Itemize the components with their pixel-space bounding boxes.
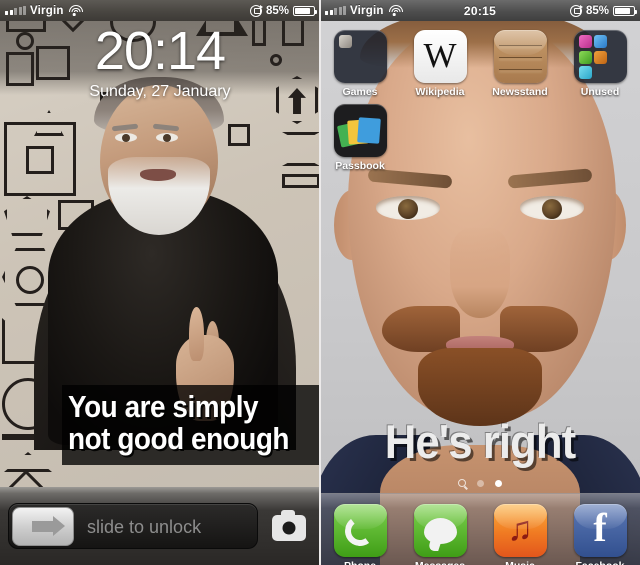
dock-item-messages[interactable]: Messages — [400, 498, 480, 565]
slide-to-unlock-knob[interactable] — [12, 507, 74, 546]
dock-label: Music — [505, 560, 535, 565]
slide-to-unlock-label: slide to unlock — [87, 517, 202, 537]
rotation-lock-icon — [569, 4, 583, 17]
lock-screen-panel: Virgin 85% 20:14 Sunday, 27 January You … — [0, 0, 320, 565]
battery-icon — [293, 5, 318, 16]
lockscreen-status-bar: Virgin 85% — [0, 0, 320, 21]
meme-line-1: You are simply — [68, 388, 259, 424]
wifi-icon — [68, 5, 83, 16]
camera-icon[interactable] — [272, 510, 306, 541]
app-row-1: Games W Wikipedia Newsstand Unused — [320, 24, 640, 98]
facebook-icon: f — [573, 504, 627, 557]
app-newsstand[interactable]: Newsstand — [480, 24, 560, 98]
page-dot-2-active[interactable] — [495, 479, 502, 487]
homescreen-status-bar: Virgin 20:15 85% — [320, 0, 640, 21]
phone-icon — [333, 504, 387, 557]
homescreen-meme-caption: He's right — [320, 418, 640, 465]
wikipedia-glyph: W — [423, 36, 457, 75]
meme-line-2: not good enough — [68, 421, 290, 457]
newsstand-icon — [493, 30, 547, 83]
app-wikipedia[interactable]: W Wikipedia — [400, 24, 480, 98]
dock-item-facebook[interactable]: f Facebook — [560, 498, 640, 565]
music-icon: ♫ — [493, 504, 547, 557]
lockscreen-meme-caption: You are simply not good enough — [62, 384, 320, 465]
passbook-icon — [333, 104, 387, 157]
games-folder-icon — [333, 30, 387, 83]
search-icon[interactable] — [458, 479, 466, 487]
slide-to-unlock-track[interactable]: slide to unlock — [8, 503, 258, 549]
wikipedia-icon: W — [413, 30, 467, 83]
app-label: Newsstand — [492, 86, 548, 98]
app-label: Games — [342, 86, 378, 98]
rotation-lock-icon — [249, 4, 263, 17]
app-games[interactable]: Games — [320, 24, 400, 98]
lockscreen-time: 20:14 — [94, 21, 226, 81]
dual-phone-screenshot: Virgin 85% 20:14 Sunday, 27 January You … — [0, 0, 640, 565]
lockscreen-date: Sunday, 27 January — [89, 83, 231, 100]
dock-label: Phone — [344, 560, 376, 565]
dock-label: Facebook — [575, 560, 624, 565]
app-label: Passbook — [335, 160, 385, 172]
unused-folder-icon — [573, 30, 627, 83]
battery-icon — [613, 5, 638, 16]
page-dot-1[interactable] — [477, 479, 484, 487]
page-indicator — [320, 479, 640, 487]
signal-bars-icon — [5, 6, 26, 15]
app-grid: Games W Wikipedia Newsstand Unused Passb… — [320, 24, 640, 172]
dock: Phone Messages ♫ Music f Fa — [320, 493, 640, 565]
lockscreen-clock: 20:14 Sunday, 27 January — [0, 24, 320, 101]
meme-line-1: He's right — [384, 415, 576, 468]
battery-percent-label: 85% — [585, 4, 609, 17]
dock-item-phone[interactable]: Phone — [320, 498, 400, 565]
app-label: Unused — [580, 86, 620, 98]
messages-icon — [413, 504, 467, 557]
panel-divider — [319, 0, 321, 565]
app-unused[interactable]: Unused — [560, 24, 640, 98]
app-row-2: Passbook — [320, 98, 640, 172]
app-passbook[interactable]: Passbook — [320, 98, 400, 172]
carrier-label: Virgin — [30, 4, 64, 17]
dock-item-music[interactable]: ♫ Music — [480, 498, 560, 565]
dock-label: Messages — [415, 560, 465, 565]
lockscreen-bottom-bar: slide to unlock — [0, 487, 320, 565]
battery-percent-label: 85% — [265, 4, 289, 17]
arrow-right-icon — [32, 516, 65, 536]
home-screen-panel: Virgin 20:15 85% Games W Wikipedia Newss… — [320, 0, 640, 565]
app-label: Wikipedia — [415, 86, 465, 98]
